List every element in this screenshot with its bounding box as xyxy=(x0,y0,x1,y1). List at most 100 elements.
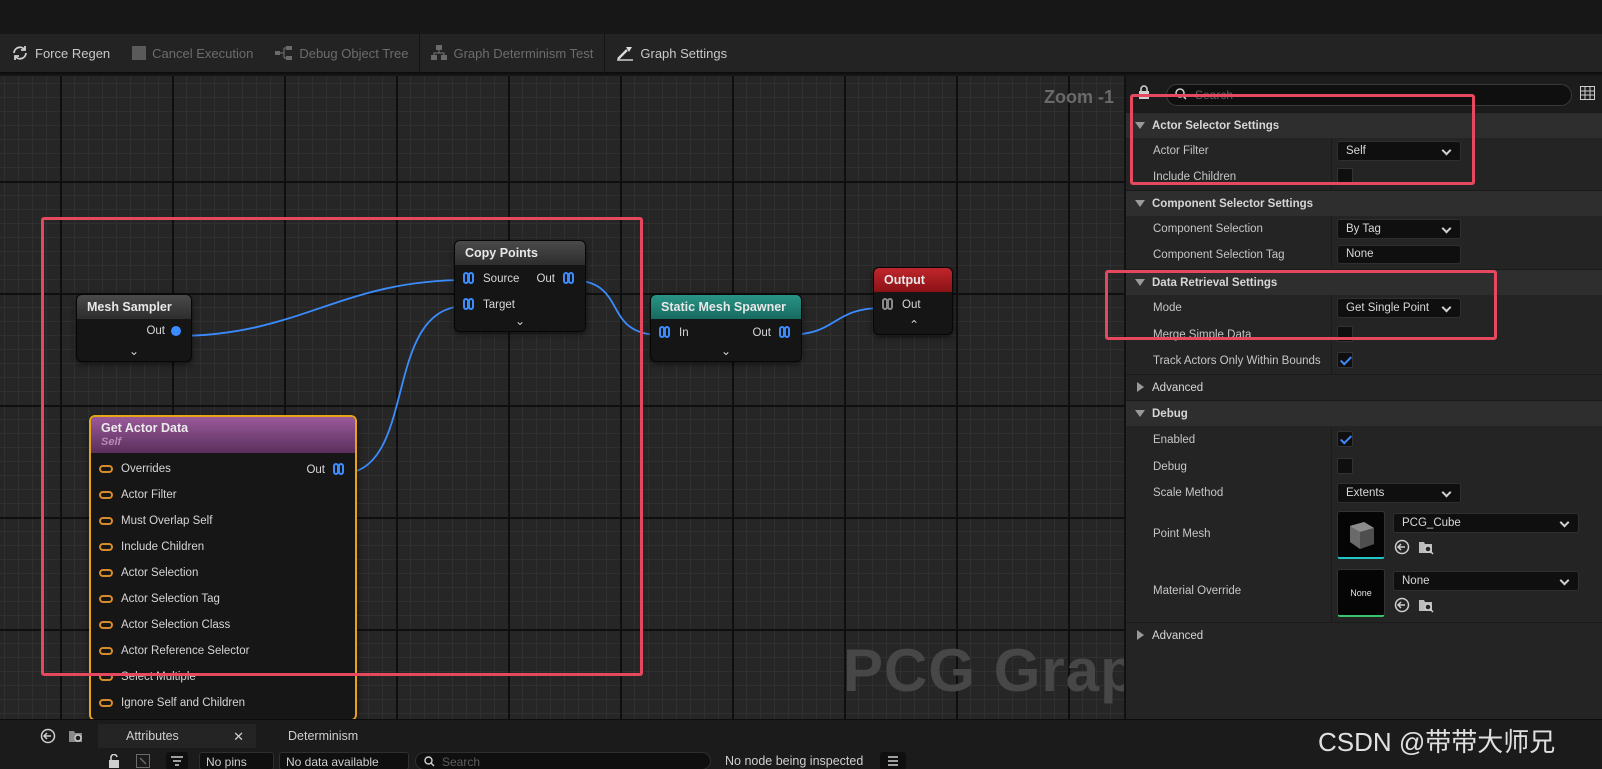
section-advanced[interactable]: Advanced xyxy=(1126,374,1602,400)
property-component-selection: Component Selection By Tag xyxy=(1126,216,1602,242)
collapse-arrow-icon xyxy=(1137,382,1144,392)
spawner-in-pin[interactable]: In xyxy=(659,325,689,340)
cancel-execution-button[interactable]: Cancel Execution xyxy=(121,33,264,73)
dropdown-value: By Tag xyxy=(1346,223,1381,235)
cancel-execution-label: Cancel Execution xyxy=(152,45,254,61)
dropdown-value: No data available xyxy=(286,755,379,769)
chevron-down-icon xyxy=(1559,575,1570,586)
override-pin-icon xyxy=(99,699,113,707)
test-icon xyxy=(431,45,448,61)
details-panel: Search Actor Selector Settings Actor Fil… xyxy=(1105,76,1602,719)
history-icon[interactable] xyxy=(40,728,56,749)
data-filter-dropdown[interactable]: No data available xyxy=(279,752,409,769)
chevron-down-icon xyxy=(1441,223,1452,234)
graph-determinism-test-label: Graph Determinism Test xyxy=(453,45,594,61)
node-title: Output xyxy=(874,268,952,292)
enabled-checkbox[interactable] xyxy=(1337,431,1353,447)
tab-label: Attributes xyxy=(126,729,179,743)
menu-icon[interactable] xyxy=(880,752,906,769)
chevron-down-icon xyxy=(1559,517,1570,528)
pin-label: In xyxy=(679,326,689,339)
output-out-pin[interactable]: Out xyxy=(882,297,921,312)
debug-object-tree-label: Debug Object Tree xyxy=(299,45,409,61)
chevron-up-icon[interactable]: ⌄ xyxy=(909,317,919,331)
section-debug[interactable]: Debug xyxy=(1126,400,1602,426)
dropdown-value: PCG_Cube xyxy=(1402,517,1461,529)
settings-icon xyxy=(616,45,634,61)
section-title: Advanced xyxy=(1152,382,1204,394)
tab-determinism[interactable]: Determinism xyxy=(288,724,358,748)
search-icon xyxy=(424,756,435,769)
scale-method-dropdown[interactable]: Extents xyxy=(1337,483,1461,503)
browse-asset-icon[interactable] xyxy=(1418,597,1434,613)
property-label: Point Mesh xyxy=(1153,528,1211,540)
tab-attributes[interactable]: Attributes ✕ xyxy=(98,724,256,748)
property-label: Component Selection Tag xyxy=(1153,249,1285,261)
tree-icon xyxy=(275,46,293,60)
section-title: Debug xyxy=(1152,408,1188,420)
pin-label: Out xyxy=(752,326,771,339)
spawner-out-pin[interactable]: Out xyxy=(752,325,791,340)
expand-arrow-icon xyxy=(1135,200,1145,207)
node-output[interactable]: Output Out ⌄ xyxy=(873,267,953,335)
stack-pin-icon xyxy=(659,325,671,340)
property-label: Enabled xyxy=(1153,434,1196,446)
property-scale-method: Scale Method Extents xyxy=(1126,480,1602,506)
stack-pin-icon xyxy=(882,297,894,312)
title-bar xyxy=(0,0,1602,34)
inspection-status: No node being inspected xyxy=(725,754,864,768)
use-selected-icon[interactable] xyxy=(1394,597,1410,613)
graph-canvas[interactable]: Zoom -1 PCG Graph Mesh Sampler Out ⌄ Cop… xyxy=(0,76,1124,719)
material-override-dropdown[interactable]: None xyxy=(1393,571,1579,591)
property-label: Component Selection xyxy=(1153,223,1263,235)
point-mesh-thumbnail[interactable] xyxy=(1337,511,1385,559)
toolbar: Force Regen Cancel Execution Debug Objec… xyxy=(0,33,1602,74)
property-enabled: Enabled xyxy=(1126,427,1602,453)
folder-search-icon[interactable] xyxy=(68,728,84,749)
grid-view-icon[interactable] xyxy=(1580,86,1595,105)
tab-label: Determinism xyxy=(288,729,359,743)
close-icon[interactable]: ✕ xyxy=(233,729,244,745)
filter-icon[interactable] xyxy=(166,752,188,769)
force-regen-button[interactable]: Force Regen xyxy=(0,33,121,73)
dropdown-value: Extents xyxy=(1346,487,1385,499)
track-actors-checkbox[interactable] xyxy=(1337,352,1353,368)
search-placeholder: Search xyxy=(442,755,481,769)
component-selection-tag-input[interactable]: None xyxy=(1337,245,1461,264)
graph-determinism-test-button[interactable]: Graph Determinism Test xyxy=(420,33,604,73)
debug-object-tree-button[interactable]: Debug Object Tree xyxy=(264,33,419,73)
stop-icon xyxy=(132,46,147,60)
node-title: Static Mesh Spawner xyxy=(651,295,801,319)
material-thumbnail[interactable]: None xyxy=(1337,569,1385,617)
annotation-highlight-box xyxy=(1105,270,1497,340)
pick-icon[interactable] xyxy=(136,754,150,769)
component-selection-dropdown[interactable]: By Tag xyxy=(1337,219,1461,239)
property-track-actors: Track Actors Only Within Bounds xyxy=(1126,348,1602,374)
debug-checkbox[interactable] xyxy=(1337,458,1353,474)
section-component-selector-settings[interactable]: Component Selector Settings xyxy=(1126,190,1602,216)
graph-settings-label: Graph Settings xyxy=(640,45,728,61)
point-mesh-dropdown[interactable]: PCG_Cube xyxy=(1393,513,1579,533)
chevron-down-icon xyxy=(1441,487,1452,498)
pins-filter-dropdown[interactable]: No pins xyxy=(199,752,274,769)
attributes-search-input[interactable]: Search xyxy=(415,752,711,769)
pin-label: Ignore Self and Children xyxy=(121,697,246,709)
chevron-down-icon[interactable]: ⌄ xyxy=(721,345,731,357)
lock-open-icon[interactable] xyxy=(108,753,120,769)
property-debug: Debug xyxy=(1126,454,1602,480)
dropdown-value: No pins xyxy=(206,755,247,769)
browse-asset-icon[interactable] xyxy=(1418,539,1434,555)
property-point-mesh: Point Mesh PCG_Cube xyxy=(1126,506,1602,564)
override-pin[interactable]: Ignore Self and Children xyxy=(99,697,245,709)
annotation-highlight-box xyxy=(41,217,643,676)
refresh-icon xyxy=(11,45,29,61)
section-advanced[interactable]: Advanced xyxy=(1126,622,1602,648)
node-static-mesh-spawner[interactable]: Static Mesh Spawner In Out ⌄ xyxy=(650,294,802,362)
csdn-watermark: CSDN @带带大师兄 xyxy=(1318,727,1556,757)
use-selected-icon[interactable] xyxy=(1394,539,1410,555)
property-label: Scale Method xyxy=(1153,487,1224,499)
pin-label: Out xyxy=(902,298,921,311)
graph-settings-button[interactable]: Graph Settings xyxy=(605,33,738,73)
stack-pin-icon xyxy=(779,325,791,340)
property-label: Material Override xyxy=(1153,585,1242,597)
